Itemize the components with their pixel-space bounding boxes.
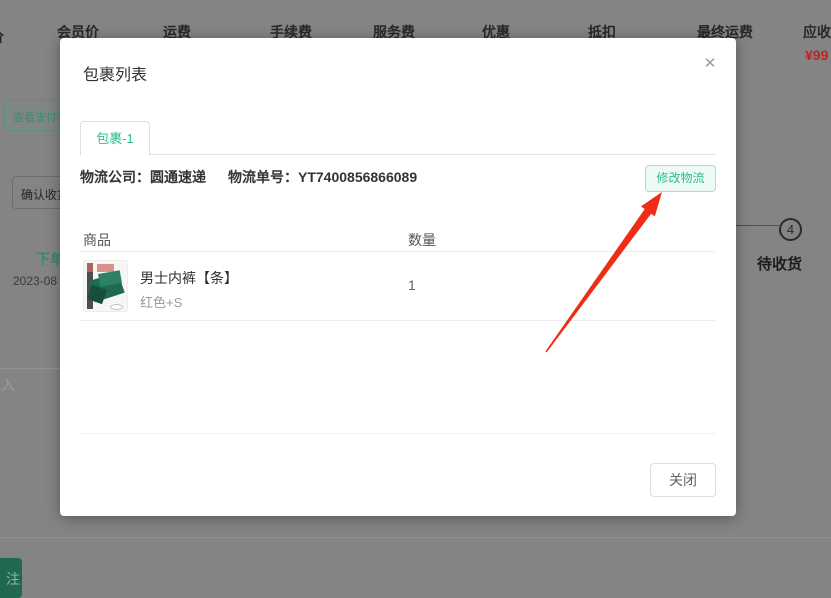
dialog-title: 包裹列表 bbox=[83, 61, 147, 85]
product-thumbnail bbox=[83, 260, 128, 312]
receivable-amount: ¥99 bbox=[805, 47, 828, 63]
logistics-company-value: 圆通速递 bbox=[150, 169, 206, 185]
table-header-quantity: 数量 bbox=[408, 230, 436, 250]
package-list-dialog: 包裹列表 ✕ 包裹-1 物流公司：圆通速递 物流单号：YT740085686608… bbox=[60, 38, 736, 516]
remark-input-placeholder-fragment: 入 bbox=[1, 375, 15, 395]
tracking-number-value: YT7400856866089 bbox=[298, 169, 417, 185]
add-remark-button[interactable]: 注 bbox=[0, 558, 22, 598]
modify-logistics-button[interactable]: 修改物流 bbox=[645, 165, 716, 192]
close-icon[interactable]: ✕ bbox=[698, 52, 722, 76]
table-header-product: 商品 bbox=[83, 230, 111, 250]
clipped-column-fragment: 价 bbox=[0, 27, 4, 47]
view-payment-record-button[interactable]: 查看支付记 bbox=[4, 99, 64, 131]
product-spec: 红色+S bbox=[140, 292, 182, 311]
step4-circle: 4 bbox=[779, 218, 802, 241]
step4-awaiting-receipt-label: 待收货 bbox=[757, 253, 802, 274]
background-divider-bottom bbox=[0, 537, 831, 538]
table-row-border bbox=[80, 320, 716, 321]
tab-bar-underline bbox=[80, 154, 716, 155]
page-root: { "backdrop": { "edge_fragment": "价", "t… bbox=[0, 0, 831, 591]
table-header-border bbox=[80, 251, 716, 252]
logistics-info-line: 物流公司：圆通速递 物流单号：YT7400856866089 bbox=[80, 167, 417, 187]
add-remark-label: 注 bbox=[6, 569, 20, 589]
table-bottom-border bbox=[80, 433, 716, 434]
thumb-logo-oval bbox=[110, 304, 123, 310]
logistics-company-label: 物流公司： bbox=[80, 169, 150, 185]
tracking-number-label: 物流单号： bbox=[228, 169, 298, 185]
thumb-label-strip-top bbox=[87, 263, 93, 272]
step1-order-date: 2023-08 bbox=[13, 274, 57, 288]
confirm-receipt-button[interactable]: 确认收货 bbox=[12, 176, 64, 209]
column-header-receivable: 应收金 bbox=[803, 22, 831, 42]
product-name: 男士内裤【条】 bbox=[140, 268, 238, 288]
background-divider-top bbox=[0, 368, 62, 369]
tab-package-1[interactable]: 包裹-1 bbox=[80, 121, 150, 155]
product-quantity: 1 bbox=[408, 277, 416, 293]
close-button[interactable]: 关闭 bbox=[650, 463, 716, 497]
